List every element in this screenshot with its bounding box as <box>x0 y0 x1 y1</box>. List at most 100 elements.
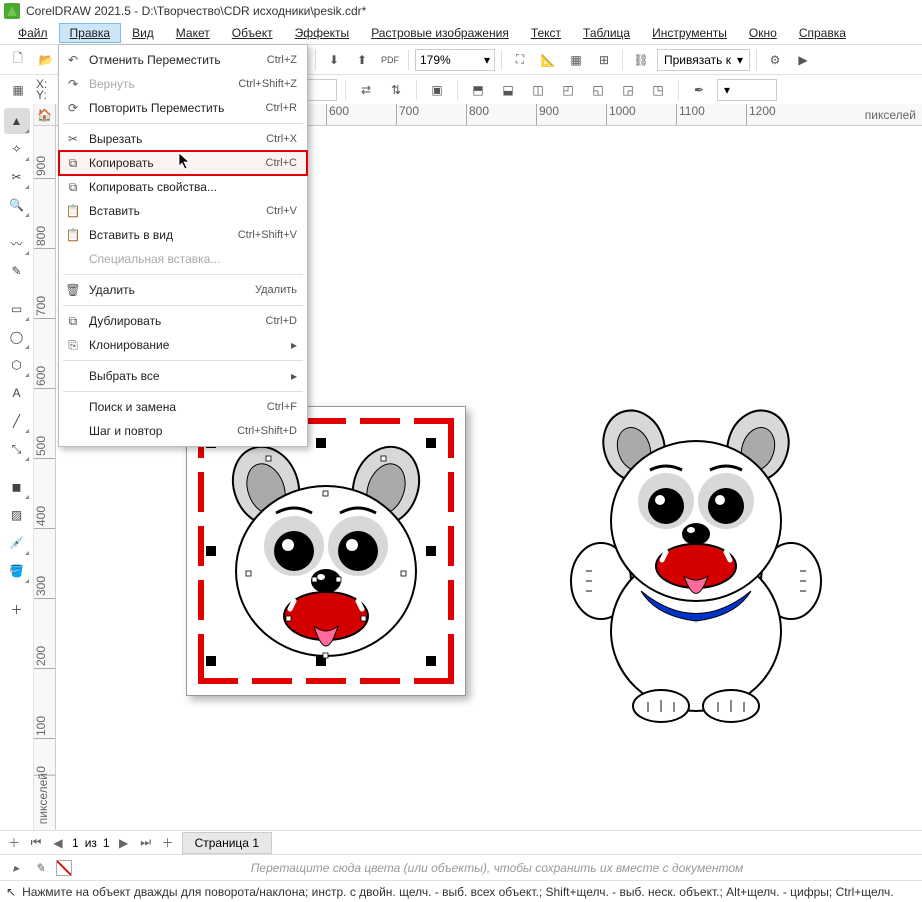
menu-select-all[interactable]: Выбрать все▸ <box>59 364 307 388</box>
new-doc-button[interactable]: 🗋 <box>6 48 30 72</box>
page-prev-button[interactable]: ◀ <box>50 835 66 851</box>
title-bar: CorelDRAW 2021.5 - D:\Творчество\CDR исх… <box>0 0 922 22</box>
menu-object[interactable]: Объект <box>222 24 283 42</box>
zoom-level-combo[interactable]: 179%▾ <box>415 49 495 71</box>
ellipse-tool[interactable]: ◯ <box>4 324 30 350</box>
redo-icon: ↷ <box>65 76 81 92</box>
connector-tool[interactable]: ⤡ <box>4 436 30 462</box>
open-button[interactable]: 📂 <box>34 48 58 72</box>
position-labels: X:Y: <box>36 79 47 101</box>
page-current: 1 <box>72 836 79 850</box>
menu-edit[interactable]: Правка <box>60 24 121 42</box>
to-front-button[interactable]: ▣ <box>425 78 449 102</box>
polygon-tool[interactable]: ⬡ <box>4 352 30 378</box>
page-first-button[interactable]: ⏮ <box>28 835 44 851</box>
weld-button[interactable]: ⬒ <box>466 78 490 102</box>
palette-menu-button[interactable]: ▸ <box>8 860 24 876</box>
no-fill-swatch[interactable] <box>56 860 72 876</box>
page-add-button[interactable]: ＋ <box>6 835 22 851</box>
menu-window[interactable]: Окно <box>739 24 787 42</box>
dropshadow-tool[interactable]: ◼ <box>4 474 30 500</box>
mirror-v-button[interactable]: ⇅ <box>384 78 408 102</box>
intersect-button[interactable]: ◫ <box>526 78 550 102</box>
undo-icon: ↶ <box>65 52 81 68</box>
rulers-button[interactable]: 📐 <box>536 48 560 72</box>
menu-step-repeat[interactable]: Шаг и повторCtrl+Shift+D <box>59 419 307 443</box>
pick-tool[interactable]: ▲ <box>4 108 30 134</box>
menu-file[interactable]: Файл <box>8 24 58 42</box>
duplicate-icon: ⧉ <box>65 313 81 329</box>
add-tool-button[interactable]: ＋ <box>4 596 30 622</box>
artwork-dog-head[interactable] <box>216 431 436 674</box>
menu-layout[interactable]: Макет <box>166 24 220 42</box>
export-button[interactable]: ⬆ <box>350 48 374 72</box>
menu-paste-into-view[interactable]: 📋 Вставить в видCtrl+Shift+V <box>59 223 307 247</box>
clone-icon: ⎘ <box>65 337 81 353</box>
menu-delete[interactable]: 🗑 УдалитьУдалить <box>59 278 307 302</box>
import-button[interactable]: ⬇ <box>322 48 346 72</box>
menu-paste[interactable]: 📋 ВставитьCtrl+V <box>59 199 307 223</box>
outline-width-combo[interactable]: ▾ <box>717 79 777 101</box>
outline-pen-button[interactable]: ✒ <box>687 78 711 102</box>
menu-effects[interactable]: Эффекты <box>285 24 360 42</box>
page-tab[interactable]: Страница 1 <box>182 832 272 854</box>
trim-button[interactable]: ⬓ <box>496 78 520 102</box>
mirror-h-button[interactable]: ⇄ <box>354 78 378 102</box>
ruler-vertical[interactable]: 900 800 700 600 500 400 300 200 100 0 пи… <box>34 126 56 830</box>
menu-find-replace[interactable]: Поиск и заменаCtrl+F <box>59 395 307 419</box>
dimension-tool[interactable]: ╱ <box>4 408 30 434</box>
ruler-origin-button[interactable]: 🏠 <box>34 104 56 126</box>
snap-to-combo[interactable]: Привязать к ▾ <box>657 49 750 71</box>
menu-view[interactable]: Вид <box>122 24 164 42</box>
menu-bitmaps[interactable]: Растровые изображения <box>361 24 519 42</box>
menu-copy[interactable]: ⧉ КопироватьCtrl+C <box>59 151 307 175</box>
menu-clone[interactable]: ⎘ Клонирование▸ <box>59 333 307 357</box>
guides-button[interactable]: ⊞ <box>592 48 616 72</box>
page-next-button[interactable]: ▶ <box>116 835 132 851</box>
menu-undo[interactable]: ↶ Отменить ПереместитьCtrl+Z <box>59 48 307 72</box>
toolbox: ▲ ✧ ✂ 🔍 〰 ✎ ▭ ◯ ⬡ A ╱ ⤡ ◼ ▨ 💉 🪣 ＋ <box>0 104 34 830</box>
page-navigator: ＋ ⏮ ◀ 1 из 1 ▶ ⏭ ＋ Страница 1 <box>0 830 922 854</box>
launch-button[interactable]: ▶ <box>791 48 815 72</box>
document-palette: ▸ ✎ Перетащите сюда цвета (или объекты),… <box>0 854 922 880</box>
menu-table[interactable]: Таблица <box>573 24 640 42</box>
menu-tools[interactable]: Инструменты <box>642 24 737 42</box>
publish-pdf-button[interactable]: PDF <box>378 48 402 72</box>
menu-text[interactable]: Текст <box>521 24 571 42</box>
back-minus-front-button[interactable]: ◲ <box>616 78 640 102</box>
options-button[interactable]: ⚙ <box>763 48 787 72</box>
menu-copy-properties[interactable]: ⧉ Копировать свойства... <box>59 175 307 199</box>
front-minus-back-button[interactable]: ◱ <box>586 78 610 102</box>
shape-tool[interactable]: ✧ <box>4 136 30 162</box>
fill-tool[interactable]: 🪣 <box>4 558 30 584</box>
ruler-unit-label: пикселей <box>865 108 916 122</box>
page-add-after-button[interactable]: ＋ <box>160 835 176 851</box>
crop-tool[interactable]: ✂ <box>4 164 30 190</box>
paste-icon: 📋 <box>65 203 81 219</box>
fullscreen-button[interactable]: ⛶ <box>508 48 532 72</box>
rectangle-tool[interactable]: ▭ <box>4 296 30 322</box>
snap-toggle-button[interactable]: ⛓ <box>629 48 653 72</box>
eyedropper-icon[interactable]: ✎ <box>32 860 48 876</box>
simplify-button[interactable]: ◰ <box>556 78 580 102</box>
zoom-tool[interactable]: 🔍 <box>4 192 30 218</box>
boundary-button[interactable]: ◳ <box>646 78 670 102</box>
position-icon: ▦ <box>6 78 30 102</box>
status-hint: Нажмите на объект дважды для поворота/на… <box>22 885 894 899</box>
text-tool[interactable]: A <box>4 380 30 406</box>
menu-help[interactable]: Справка <box>789 24 856 42</box>
eyedropper-tool[interactable]: 💉 <box>4 530 30 556</box>
menu-duplicate[interactable]: ⧉ ДублироватьCtrl+D <box>59 309 307 333</box>
transparency-tool[interactable]: ▨ <box>4 502 30 528</box>
menu-cut[interactable]: ✂ ВырезатьCtrl+X <box>59 127 307 151</box>
grid-button[interactable]: ▦ <box>564 48 588 72</box>
artwork-dog-full[interactable] <box>556 406 836 729</box>
edit-menu-dropdown: ↶ Отменить ПереместитьCtrl+Z ↷ ВернутьCt… <box>58 44 308 447</box>
page-last-button[interactable]: ⏭ <box>138 835 154 851</box>
artistic-media-tool[interactable]: ✎ <box>4 258 30 284</box>
cut-icon: ✂ <box>65 131 81 147</box>
repeat-icon: ⟳ <box>65 100 81 116</box>
freehand-tool[interactable]: 〰 <box>4 230 30 256</box>
menu-bar: Файл Правка Вид Макет Объект Эффекты Рас… <box>0 22 922 44</box>
menu-repeat[interactable]: ⟳ Повторить ПереместитьCtrl+R <box>59 96 307 120</box>
